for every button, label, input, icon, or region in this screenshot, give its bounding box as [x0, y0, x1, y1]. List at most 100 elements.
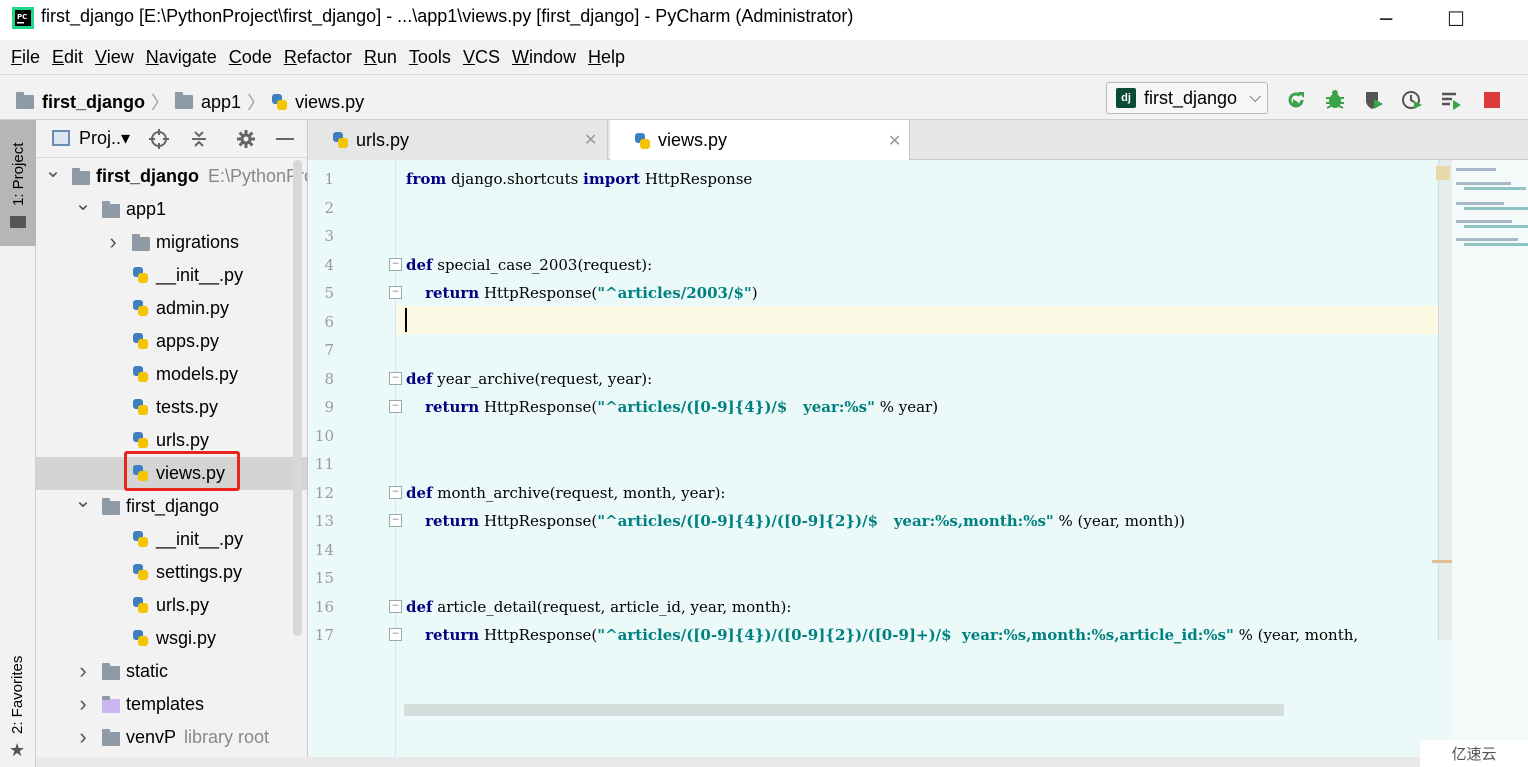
- gear-icon[interactable]: [235, 128, 257, 154]
- project-tool-label: 1: Project: [10, 142, 27, 206]
- folder-icon: [72, 168, 90, 185]
- tree-item[interactable]: tests.py: [36, 391, 307, 424]
- tree-item-label: apps.py: [156, 331, 220, 351]
- close-icon[interactable]: ✕: [584, 130, 597, 150]
- chevron-right-icon[interactable]: ›: [106, 229, 120, 254]
- python-file-icon: [132, 365, 148, 383]
- python-file-icon: [271, 93, 288, 111]
- tree-item[interactable]: › static: [36, 655, 307, 688]
- menu-refactor[interactable]: Refactor: [284, 47, 352, 68]
- svg-text:PC: PC: [17, 13, 27, 21]
- horizontal-scrollbar[interactable]: [404, 704, 1284, 716]
- breadcrumb-file[interactable]: views.py: [295, 92, 364, 113]
- fold-end-icon[interactable]: −: [389, 628, 402, 641]
- menu-window[interactable]: Window: [512, 47, 576, 68]
- debug-icon[interactable]: [1324, 89, 1346, 111]
- tree-item[interactable]: › templates: [36, 688, 307, 721]
- tree-item[interactable]: admin.py: [36, 292, 307, 325]
- tree-item-label: urls.py: [156, 595, 210, 615]
- maximize-button[interactable]: ☐: [1428, 0, 1484, 38]
- project-view-select[interactable]: Proj..▾: [79, 128, 130, 149]
- menu-code[interactable]: Code: [229, 47, 272, 68]
- tab-label: views.py: [658, 130, 728, 150]
- error-stripe[interactable]: [1452, 160, 1528, 767]
- fold-end-icon[interactable]: −: [389, 400, 402, 413]
- tree-item[interactable]: wsgi.py: [36, 622, 307, 655]
- fold-start-icon[interactable]: −: [389, 371, 402, 385]
- tree-item[interactable]: › migrations: [36, 226, 307, 259]
- code-editor[interactable]: 1 2 3 4−5−6 7 8−9−10 11 12−13−14 15 16−17− from d…: [308, 160, 1528, 767]
- python-file-icon: [132, 266, 148, 284]
- tree-item[interactable]: __init__.py: [36, 259, 307, 292]
- tree-item[interactable]: __init__.py: [36, 523, 307, 556]
- fold-start-icon[interactable]: −: [389, 257, 402, 271]
- line-number: 1: [324, 170, 334, 188]
- python-file-icon: [132, 332, 148, 350]
- code-text: % year): [874, 398, 939, 416]
- collapse-all-icon[interactable]: [188, 128, 210, 154]
- fold-end-icon[interactable]: −: [389, 286, 402, 299]
- python-file-icon: [132, 563, 148, 581]
- hide-panel-icon[interactable]: [276, 138, 294, 140]
- vertical-scrollbar[interactable]: [1438, 160, 1452, 640]
- menu-view[interactable]: View: [95, 47, 134, 68]
- scrollbar-marker: [1432, 560, 1452, 563]
- tree-item[interactable]: ⌄ app1: [36, 193, 307, 226]
- tree-item[interactable]: apps.py: [36, 325, 307, 358]
- inspection-status-icon[interactable]: [1436, 166, 1450, 180]
- chevron-down-icon[interactable]: ⌄: [45, 160, 62, 182]
- minimize-icon: ─: [1379, 7, 1393, 31]
- run-configuration-select[interactable]: dj first_django ⌵: [1106, 82, 1268, 114]
- tree-item[interactable]: › venvP library root: [36, 721, 307, 754]
- code-string: "^articles/([0-9]{4})/([0-9]{2})/([0-9]+…: [597, 626, 1234, 644]
- line-number: 10: [314, 426, 334, 445]
- fold-end-icon[interactable]: −: [389, 514, 402, 527]
- rerun-icon[interactable]: [1285, 89, 1307, 111]
- coverage-icon[interactable]: [1363, 89, 1385, 111]
- line-number: 3: [324, 227, 334, 245]
- profile-icon[interactable]: [1401, 89, 1423, 111]
- tab-views[interactable]: views.py ✕: [610, 120, 910, 161]
- fold-start-icon[interactable]: −: [389, 485, 402, 499]
- menu-run[interactable]: Run: [364, 47, 397, 68]
- menu-edit[interactable]: Edit: [52, 47, 83, 68]
- chevron-right-icon[interactable]: ›: [76, 658, 90, 683]
- minimize-button[interactable]: ─: [1358, 0, 1414, 38]
- project-tool-tab[interactable]: 1: Project: [0, 120, 36, 246]
- line-number: 2: [324, 198, 334, 217]
- star-icon: ★: [9, 740, 26, 761]
- code-string: "^articles/([0-9]{4})/$ year:%s": [597, 398, 875, 416]
- tree-item-hint: library root: [184, 727, 270, 747]
- locate-icon[interactable]: [148, 128, 170, 154]
- code-line: def special_case_2003(request):: [406, 256, 652, 274]
- tree-item[interactable]: settings.py: [36, 556, 307, 589]
- tree-item[interactable]: ⌄ first_django E:\PythonProj: [36, 160, 307, 193]
- tree-item[interactable]: models.py: [36, 358, 307, 391]
- chevron-down-icon[interactable]: ⌄: [75, 490, 92, 512]
- menu-help[interactable]: Help: [588, 47, 625, 68]
- tree-item[interactable]: urls.py: [36, 589, 307, 622]
- close-icon[interactable]: ✕: [888, 131, 901, 151]
- fold-start-icon[interactable]: −: [389, 599, 402, 613]
- stop-icon[interactable]: [1481, 89, 1503, 111]
- editor-tab-bar: urls.py ✕ views.py ✕: [308, 120, 1528, 161]
- favorites-tool-tab[interactable]: 2: Favorites ★: [0, 640, 36, 767]
- concurrency-icon[interactable]: [1440, 89, 1462, 111]
- menu-vcs[interactable]: VCS: [463, 47, 500, 68]
- tree-item[interactable]: ⌄ first_django: [36, 490, 307, 523]
- project-scrollbar[interactable]: [293, 160, 302, 636]
- menu-file[interactable]: File: [11, 47, 40, 68]
- breadcrumb-folder[interactable]: app1: [201, 92, 241, 113]
- tab-urls[interactable]: urls.py ✕: [308, 120, 608, 160]
- chevron-down-icon[interactable]: ⌄: [75, 193, 92, 215]
- chevron-right-icon[interactable]: ›: [76, 691, 90, 716]
- chevron-right-icon[interactable]: ›: [76, 724, 90, 749]
- menu-navigate[interactable]: Navigate: [146, 47, 217, 68]
- breadcrumb-project[interactable]: first_django: [42, 92, 145, 113]
- code-text: HttpResponse(: [479, 626, 598, 644]
- bottom-tool-bar: [36, 757, 1420, 767]
- menu-tools[interactable]: Tools: [409, 47, 451, 68]
- maximize-icon: ☐: [1447, 7, 1465, 31]
- current-line-highlight: [308, 306, 1452, 334]
